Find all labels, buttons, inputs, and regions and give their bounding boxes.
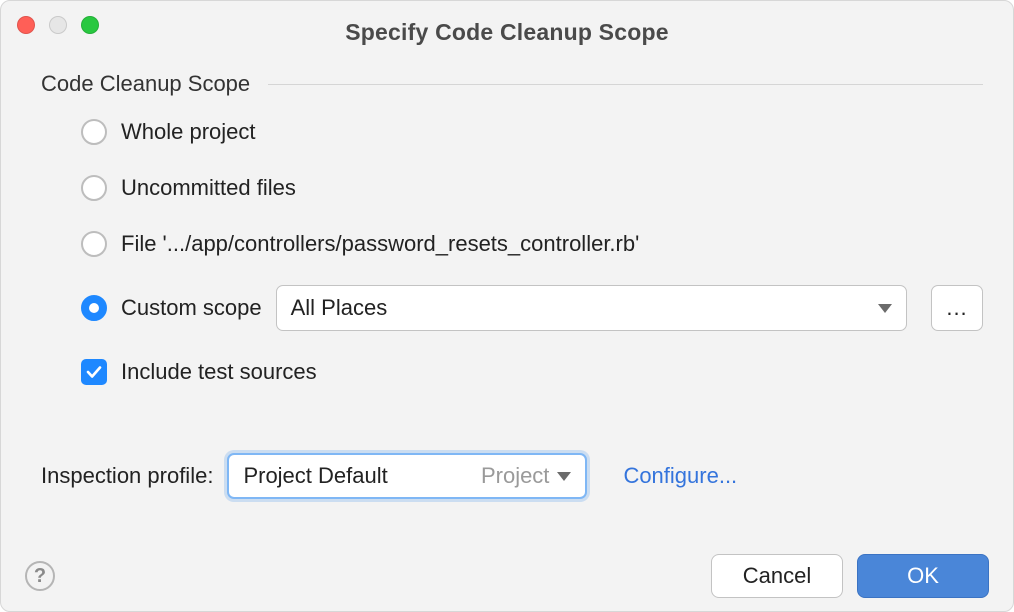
- help-button[interactable]: ?: [25, 561, 55, 591]
- group-header: Code Cleanup Scope: [41, 71, 983, 97]
- radio-icon: [81, 231, 107, 257]
- inspection-profile-combo[interactable]: Project Default Project: [227, 453, 587, 499]
- radio-label: Whole project: [121, 119, 256, 145]
- dialog-window: Specify Code Cleanup Scope Code Cleanup …: [0, 0, 1014, 612]
- chevron-down-icon: [557, 472, 571, 481]
- titlebar: Specify Code Cleanup Scope: [1, 1, 1013, 57]
- chevron-down-icon: [878, 304, 892, 313]
- radio-icon-selected: [81, 295, 107, 321]
- minimize-icon: [49, 16, 67, 34]
- checkbox-checked-icon: [81, 359, 107, 385]
- radio-whole-project[interactable]: Whole project: [81, 117, 983, 147]
- inspection-profile-label: Inspection profile:: [41, 463, 213, 489]
- divider: [268, 84, 983, 85]
- window-controls: [17, 16, 99, 34]
- scope-options: Whole project Uncommitted files File '..…: [81, 117, 983, 387]
- radio-label: File '.../app/controllers/password_reset…: [121, 231, 639, 257]
- radio-icon: [81, 119, 107, 145]
- dialog-body: Code Cleanup Scope Whole project Uncommi…: [41, 71, 983, 387]
- checkbox-label: Include test sources: [121, 359, 317, 385]
- more-label: ...: [946, 295, 967, 321]
- radio-icon: [81, 175, 107, 201]
- dialog-footer: ? Cancel OK: [1, 541, 1013, 611]
- radio-label: Uncommitted files: [121, 175, 296, 201]
- radio-custom-scope[interactable]: Custom scope All Places ...: [81, 285, 983, 331]
- cancel-button[interactable]: Cancel: [711, 554, 843, 598]
- ok-button[interactable]: OK: [857, 554, 989, 598]
- group-label: Code Cleanup Scope: [41, 71, 250, 97]
- button-label: OK: [907, 563, 939, 589]
- help-icon: ?: [34, 565, 46, 588]
- close-icon[interactable]: [17, 16, 35, 34]
- combo-value: Project Default: [243, 463, 475, 489]
- radio-uncommitted-files[interactable]: Uncommitted files: [81, 173, 983, 203]
- configure-link[interactable]: Configure...: [623, 463, 737, 489]
- custom-scope-combo[interactable]: All Places: [276, 285, 907, 331]
- button-label: Cancel: [743, 563, 811, 589]
- combo-value: All Places: [291, 295, 870, 321]
- checkbox-include-tests[interactable]: Include test sources: [81, 357, 983, 387]
- combo-subvalue: Project: [481, 463, 549, 489]
- inspection-profile-row: Inspection profile: Project Default Proj…: [41, 453, 737, 499]
- zoom-icon[interactable]: [81, 16, 99, 34]
- radio-file[interactable]: File '.../app/controllers/password_reset…: [81, 229, 983, 259]
- dialog-title: Specify Code Cleanup Scope: [1, 19, 1013, 46]
- radio-label: Custom scope: [121, 295, 262, 321]
- custom-scope-more-button[interactable]: ...: [931, 285, 983, 331]
